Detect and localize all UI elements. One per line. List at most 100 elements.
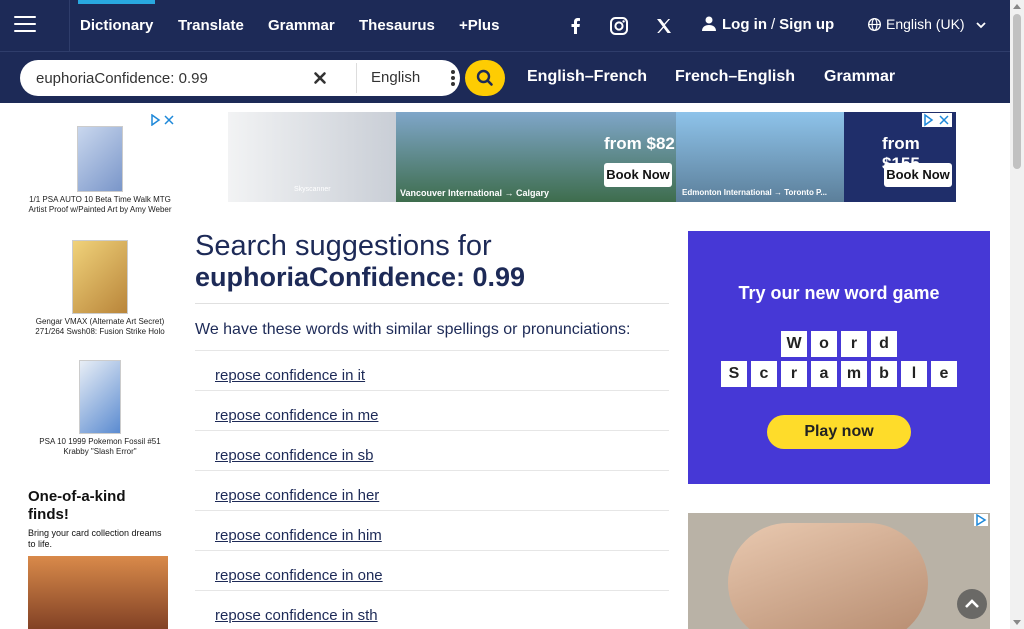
game-headline: Try our new word game: [738, 283, 940, 303]
letter-tile: a: [811, 361, 837, 387]
suggestion-link[interactable]: repose confidence in me: [215, 407, 378, 424]
letter-tile: r: [781, 361, 807, 387]
promo-subtitle: Bring your card collection dreams to lif…: [28, 528, 162, 549]
auth-links: Log in / Sign up: [702, 16, 834, 33]
page-title: Search suggestions for: [195, 230, 492, 262]
clear-search-button[interactable]: [308, 66, 332, 90]
site-header: Dictionary Translate Grammar Thesaurus +…: [0, 0, 1010, 103]
search-box: English: [20, 60, 460, 96]
signup-link[interactable]: Sign up: [779, 16, 834, 33]
page: Dictionary Translate Grammar Thesaurus +…: [0, 0, 1024, 629]
brand-logo: Skyscanner: [294, 186, 331, 193]
main-content: Search suggestions for euphoriaConfidenc…: [195, 230, 669, 629]
letter-tile: W: [781, 331, 807, 357]
promo-block: One-of-a-kind finds! Bring your card col…: [28, 488, 168, 629]
nav-plus[interactable]: +Plus: [459, 17, 499, 34]
letter-tile: l: [901, 361, 927, 387]
chevron-up-icon: [965, 599, 979, 608]
game-tiles-row-2: Scramble: [688, 361, 990, 387]
promo-title: One-of-a-kind finds!: [28, 488, 126, 523]
suggestions-intro: We have these words with similar spellin…: [195, 321, 631, 338]
suggestion-link[interactable]: repose confidence in her: [215, 487, 379, 504]
search-term: euphoriaConfidence: 0.99: [195, 262, 526, 292]
search-icon: [476, 69, 493, 86]
ad-choices-icon[interactable]: [150, 114, 176, 126]
list-item: repose confidence in sth: [195, 590, 669, 629]
dict-english-french[interactable]: English–French: [527, 68, 647, 86]
ad-card[interactable]: 1/1 PSA AUTO 10 Beta Time Walk MTG Artis…: [20, 126, 180, 215]
route-1: Vancouver International → Calgary: [400, 188, 550, 198]
list-item: repose confidence in her: [195, 470, 669, 510]
ad-choices-icon[interactable]: [922, 113, 952, 127]
list-item: repose confidence in one: [195, 550, 669, 590]
site-language-selector[interactable]: English (UK): [867, 16, 987, 32]
letter-tile: e: [931, 361, 957, 387]
menu-button[interactable]: [0, 0, 70, 52]
login-link[interactable]: Log in: [722, 16, 767, 33]
suggestion-link[interactable]: repose confidence in him: [215, 527, 382, 544]
top-nav: Dictionary Translate Grammar Thesaurus +…: [0, 0, 1010, 52]
ad-caption: 1/1 PSA AUTO 10 Beta Time Walk MTG Artis…: [28, 195, 172, 214]
book-now-button-1[interactable]: Book Now: [604, 163, 672, 187]
letter-tile: b: [871, 361, 897, 387]
divider: [195, 303, 669, 304]
suggestion-link[interactable]: repose confidence in sb: [215, 447, 373, 464]
dict-french-english[interactable]: French–English: [675, 68, 795, 86]
scrollbar-thumb[interactable]: [1013, 14, 1021, 169]
letter-tile: d: [871, 331, 897, 357]
dictionary-language-select[interactable]: English: [356, 63, 468, 93]
globe-icon: [867, 17, 882, 32]
nav-dictionary[interactable]: Dictionary: [77, 0, 156, 34]
video-ad[interactable]: [688, 513, 990, 629]
dict-grammar[interactable]: Grammar: [824, 68, 895, 86]
suggestion-link[interactable]: repose confidence in sth: [215, 607, 378, 624]
search-input[interactable]: [36, 66, 306, 90]
back-to-top-button[interactable]: [957, 589, 987, 619]
search-bar: English English–French French–English Gr…: [0, 52, 1010, 103]
user-icon: [702, 16, 716, 31]
left-ad[interactable]: 1/1 PSA AUTO 10 Beta Time Walk MTG Artis…: [20, 112, 180, 629]
letter-tile: S: [721, 361, 747, 387]
facebook-icon[interactable]: [566, 16, 586, 36]
list-item: repose confidence in sb: [195, 430, 669, 470]
ad-card[interactable]: Gengar VMAX (Alternate Art Secret) 271/2…: [20, 240, 180, 337]
product-image: [79, 360, 121, 434]
scroll-down-arrow[interactable]: [1013, 620, 1021, 625]
auth-separator: /: [771, 16, 776, 33]
nav-thesaurus[interactable]: Thesaurus: [359, 17, 435, 34]
price-1: from $82: [604, 134, 675, 153]
product-image: [72, 240, 128, 314]
more-options-icon: [451, 70, 455, 88]
product-image: [77, 126, 123, 192]
ad-choices-icon[interactable]: [974, 514, 988, 526]
list-item: repose confidence in it: [195, 350, 669, 390]
letter-tile: m: [841, 361, 867, 387]
ad-card[interactable]: PSA 10 1999 Pokemon Fossil #51 Krabby "S…: [20, 360, 180, 457]
x-twitter-icon[interactable]: [654, 16, 674, 36]
nav-grammar[interactable]: Grammar: [268, 17, 335, 34]
word-game-ad[interactable]: Try our new word game Word Scramble Play…: [688, 231, 990, 484]
search-button[interactable]: [465, 60, 505, 96]
hamburger-icon: [14, 16, 36, 34]
list-item: repose confidence in me: [195, 390, 669, 430]
scroll-up-arrow[interactable]: [1013, 4, 1021, 9]
letter-tile: o: [811, 331, 837, 357]
chevron-down-icon: [976, 22, 987, 29]
book-now-button-2[interactable]: Book Now: [884, 163, 952, 187]
suggestion-link[interactable]: repose confidence in one: [215, 567, 383, 584]
dictionary-language-label: English: [371, 69, 421, 86]
game-tiles-row-1: Word: [688, 331, 990, 357]
nav-translate[interactable]: Translate: [178, 17, 244, 34]
top-banner-ad[interactable]: Skyscanner Vancouver International → Cal…: [228, 112, 956, 202]
suggestion-list: repose confidence in it repose confidenc…: [195, 350, 669, 629]
letter-tile: r: [841, 331, 867, 357]
suggestion-link[interactable]: repose confidence in it: [215, 367, 365, 384]
page-scrollbar[interactable]: [1010, 0, 1024, 629]
instagram-icon[interactable]: [609, 16, 629, 36]
close-icon: [314, 72, 326, 84]
list-item: repose confidence in him: [195, 510, 669, 550]
site-language-label: English (UK): [886, 16, 965, 32]
play-now-button[interactable]: Play now: [767, 415, 911, 449]
hand-photo: [728, 523, 928, 629]
ad-caption: Gengar VMAX (Alternate Art Secret) 271/2…: [35, 317, 165, 336]
